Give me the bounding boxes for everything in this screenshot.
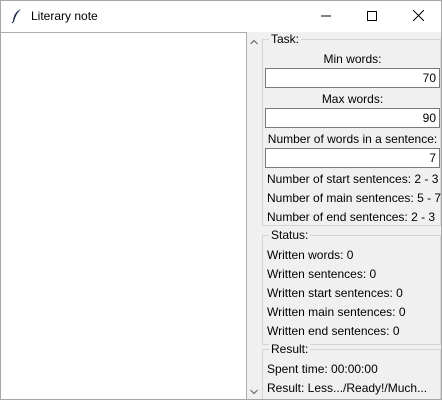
result-group-title: Result:	[269, 342, 311, 356]
written-sentences: Written sentences: 0	[267, 267, 377, 281]
spent-time: Spent time: 00:00:00	[267, 362, 378, 376]
close-button[interactable]	[395, 1, 441, 32]
chevron-up-icon	[250, 34, 258, 48]
maximize-button[interactable]	[349, 1, 395, 32]
task-group-title: Task:	[269, 32, 302, 46]
text-editor[interactable]	[1, 32, 247, 399]
feather-quill-icon	[9, 8, 25, 24]
written-end-sentences: Written end sentences: 0	[267, 324, 400, 338]
window-title: Literary note	[31, 9, 98, 23]
side-panel: Task: Min words: Max words: Number of wo…	[261, 32, 442, 399]
written-words: Written words: 0	[267, 248, 354, 262]
vertical-scrollbar[interactable]	[247, 32, 261, 399]
maximize-icon	[367, 10, 377, 24]
main-sentences-range: Number of main sentences: 5 - 7	[267, 191, 442, 205]
words-in-sentence-field[interactable]	[265, 148, 440, 168]
start-sentences-range: Number of start sentences: 2 - 3	[267, 172, 439, 186]
min-words-label: Min words:	[323, 52, 382, 66]
words-in-sentence-label: Number of words in a sentence:	[267, 132, 438, 146]
task-group: Task: Min words: Max words: Number of wo…	[262, 32, 442, 226]
status-group: Status: Written words: 0 Written sentenc…	[262, 228, 441, 345]
written-main-sentences: Written main sentences: 0	[267, 305, 406, 319]
title-bar: Literary note	[1, 1, 441, 32]
close-icon	[412, 9, 424, 24]
result-text: Result: Less.../Ready!/Much...	[267, 381, 428, 395]
written-start-sentences: Written start sentences: 0	[267, 286, 403, 300]
min-words-field[interactable]	[265, 68, 440, 88]
minimize-icon	[321, 10, 331, 24]
status-group-title: Status:	[269, 228, 311, 242]
scroll-up-button[interactable]	[247, 34, 261, 48]
app-window: Literary note Task: Min words: 70 Max wo…	[0, 0, 442, 400]
chevron-down-icon	[250, 384, 258, 398]
end-sentences-range: Number of end sentences: 2 - 3	[267, 210, 436, 224]
result-group: Result: Spent time: 00:00:00 Result: Les…	[262, 342, 441, 399]
max-words-field[interactable]	[265, 108, 440, 128]
max-words-label: Max words:	[321, 92, 384, 106]
scroll-down-button[interactable]	[247, 384, 261, 398]
minimize-button[interactable]	[303, 1, 349, 32]
